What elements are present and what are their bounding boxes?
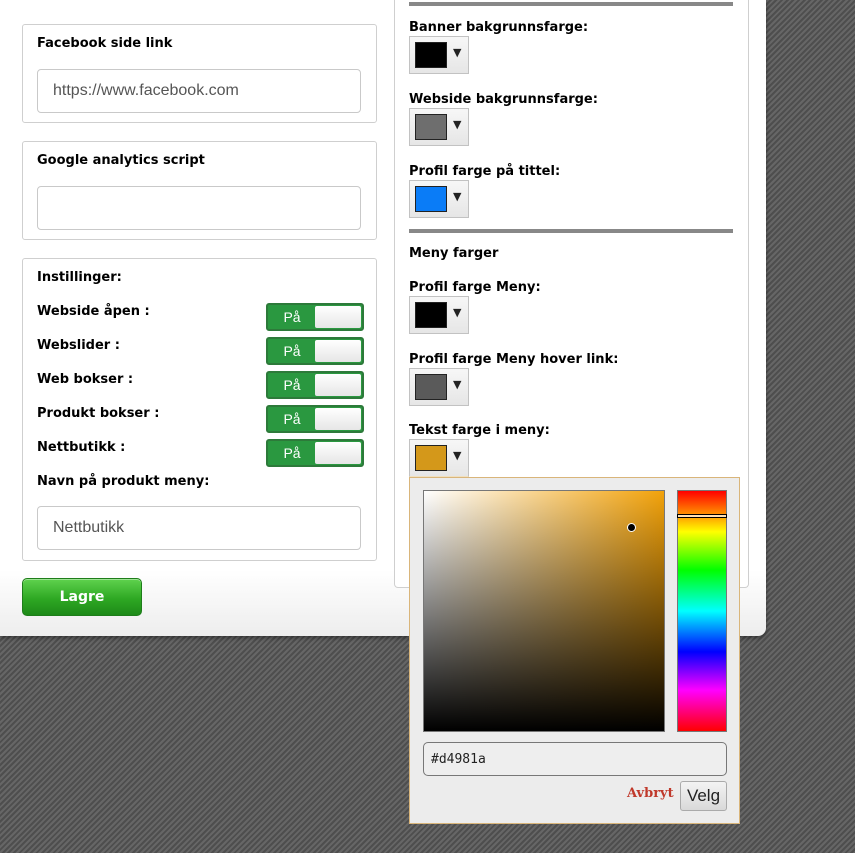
facebook-fieldset: Facebook side link bbox=[22, 24, 377, 123]
menu-text-color-picker[interactable]: ▼ bbox=[409, 439, 469, 477]
hue-slider[interactable] bbox=[677, 490, 727, 732]
color-swatch bbox=[415, 374, 447, 400]
settings-title: Instillinger: bbox=[37, 270, 122, 285]
toggle-label-product-boxes: Produkt bokser : bbox=[37, 406, 160, 421]
cancel-button[interactable]: Avbryt bbox=[627, 786, 674, 801]
product-menu-input[interactable] bbox=[37, 506, 361, 550]
section-divider bbox=[409, 229, 733, 233]
site-open-toggle[interactable]: På bbox=[266, 303, 364, 331]
product-boxes-toggle[interactable]: På bbox=[266, 405, 364, 433]
analytics-label: Google analytics script bbox=[37, 153, 205, 168]
chevron-down-icon: ▼ bbox=[453, 378, 462, 391]
facebook-label: Facebook side link bbox=[37, 36, 173, 51]
title-color-label: Profil farge på tittel: bbox=[409, 164, 561, 179]
site-bg-label: Webside bakgrunnsfarge: bbox=[409, 92, 598, 107]
chevron-down-icon: ▼ bbox=[453, 306, 462, 319]
menu-hover-label: Profil farge Meny hover link: bbox=[409, 352, 619, 367]
chevron-down-icon: ▼ bbox=[453, 46, 462, 59]
hue-slider-handle[interactable] bbox=[677, 514, 727, 518]
color-swatch bbox=[415, 42, 447, 68]
menu-color-picker[interactable]: ▼ bbox=[409, 296, 469, 334]
menu-hover-color-picker[interactable]: ▼ bbox=[409, 368, 469, 406]
color-swatch bbox=[415, 186, 447, 212]
chevron-down-icon: ▼ bbox=[453, 118, 462, 131]
web-boxes-toggle[interactable]: På bbox=[266, 371, 364, 399]
analytics-fieldset: Google analytics script bbox=[22, 141, 377, 240]
banner-bg-color-picker[interactable]: ▼ bbox=[409, 36, 469, 74]
menu-text-label: Tekst farge i meny: bbox=[409, 423, 550, 438]
color-swatch bbox=[415, 445, 447, 471]
settings-fieldset: Instillinger: Webside åpen : På Webslide… bbox=[22, 258, 377, 561]
toggle-state: På bbox=[283, 309, 301, 325]
section-divider bbox=[409, 2, 733, 6]
color-swatch bbox=[415, 302, 447, 328]
title-color-picker[interactable]: ▼ bbox=[409, 180, 469, 218]
facebook-link-input[interactable] bbox=[37, 69, 361, 113]
hex-color-input[interactable] bbox=[423, 742, 727, 776]
toggle-state: På bbox=[283, 411, 301, 427]
menu-color-label: Profil farge Meny: bbox=[409, 280, 541, 295]
color-picker-popup: Avbryt Velg bbox=[409, 477, 740, 824]
toggle-label-site-open: Webside åpen : bbox=[37, 304, 150, 319]
saturation-value-area[interactable] bbox=[423, 490, 665, 732]
toggle-knob bbox=[315, 374, 361, 396]
banner-bg-label: Banner bakgrunnsfarge: bbox=[409, 20, 589, 35]
toggle-knob bbox=[315, 408, 361, 430]
save-button[interactable]: Lagre bbox=[22, 578, 142, 616]
toggle-label-webslider: Webslider : bbox=[37, 338, 120, 353]
color-swatch bbox=[415, 114, 447, 140]
toggle-state: På bbox=[283, 377, 301, 393]
menu-colors-heading: Meny farger bbox=[409, 246, 499, 261]
product-menu-label: Navn på produkt meny: bbox=[37, 474, 210, 489]
toggle-state: På bbox=[283, 445, 301, 461]
webshop-toggle[interactable]: På bbox=[266, 439, 364, 467]
color-selector-handle[interactable] bbox=[627, 523, 636, 532]
toggle-label-webshop: Nettbutikk : bbox=[37, 440, 126, 455]
site-bg-color-picker[interactable]: ▼ bbox=[409, 108, 469, 146]
chevron-down-icon: ▼ bbox=[453, 449, 462, 462]
toggle-label-web-boxes: Web bokser : bbox=[37, 372, 134, 387]
toggle-state: På bbox=[283, 343, 301, 359]
analytics-script-input[interactable] bbox=[37, 186, 361, 230]
toggle-knob bbox=[315, 340, 361, 362]
chevron-down-icon: ▼ bbox=[453, 190, 462, 203]
toggle-knob bbox=[315, 306, 361, 328]
webslider-toggle[interactable]: På bbox=[266, 337, 364, 365]
toggle-knob bbox=[315, 442, 361, 464]
choose-button[interactable]: Velg bbox=[680, 781, 727, 811]
